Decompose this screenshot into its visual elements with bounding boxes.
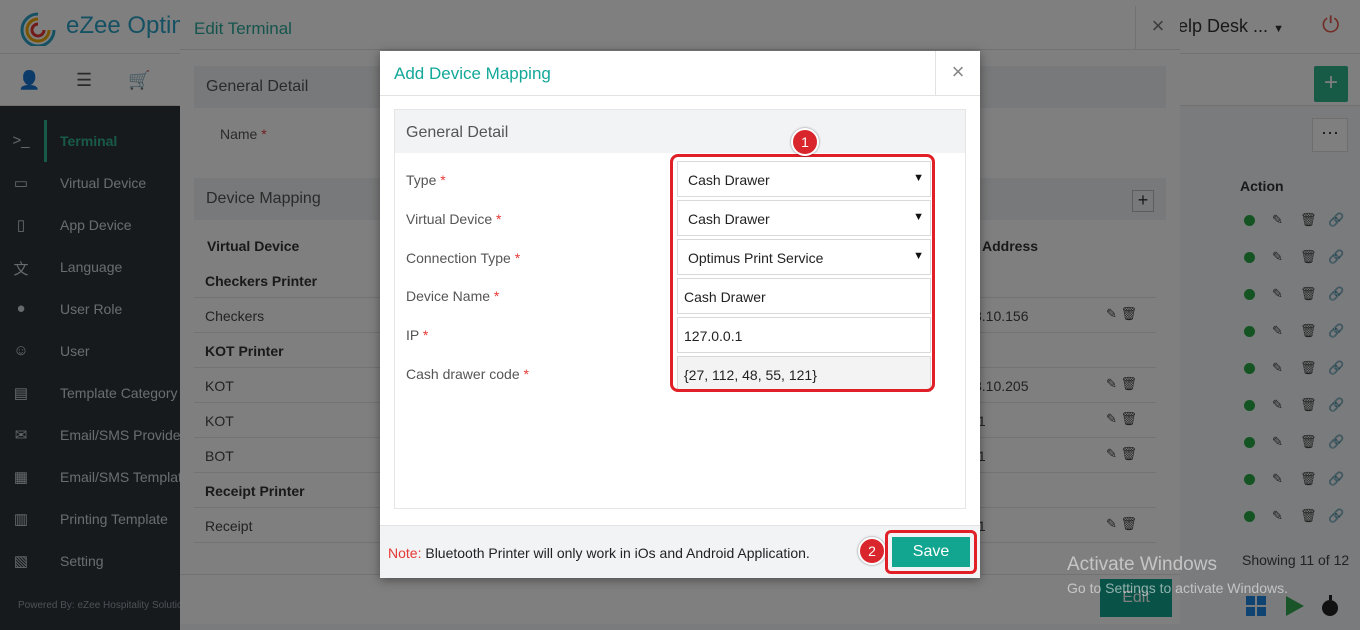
device-name-label-text: Device Name	[406, 288, 491, 304]
required-mark: *	[493, 288, 500, 304]
windows-watermark-title: Activate Windows	[1067, 554, 1217, 575]
connection-type-label-text: Connection Type	[406, 250, 511, 266]
virtual-device-label-text: Virtual Device	[406, 211, 493, 227]
note-message: Bluetooth Printer will only work in iOs …	[425, 545, 810, 561]
panel-title: General Detail	[406, 124, 509, 141]
panel-header: General Detail	[395, 110, 965, 153]
connection-type-label: Connection Type *	[406, 250, 520, 266]
highlight-box-fields	[670, 154, 935, 392]
device-name-label: Device Name *	[406, 288, 499, 304]
ip-label-text: IP	[406, 327, 419, 343]
highlight-box-save: Save	[885, 530, 977, 574]
close-icon[interactable]: ×	[935, 51, 980, 96]
modal-header: Add Device Mapping ×	[380, 51, 980, 96]
type-label-text: Type	[406, 172, 437, 188]
modal-title: Add Device Mapping	[394, 64, 551, 83]
step-badge-1: 1	[791, 128, 819, 156]
note-text: Note: Bluetooth Printer will only work i…	[388, 545, 810, 561]
note-label: Note:	[388, 545, 422, 561]
required-mark: *	[422, 327, 429, 343]
required-mark: *	[440, 172, 446, 188]
cash-drawer-code-label: Cash drawer code *	[406, 366, 529, 382]
ip-label: IP *	[406, 327, 428, 343]
type-label: Type *	[406, 172, 446, 188]
windows-watermark-text: Go to Settings to activate Windows.	[1067, 580, 1288, 596]
save-button[interactable]: Save	[892, 537, 970, 567]
modal-footer: Note: Bluetooth Printer will only work i…	[380, 525, 980, 578]
cash-drawer-code-label-text: Cash drawer code	[406, 366, 520, 382]
step-badge-2: 2	[858, 537, 886, 565]
required-mark: *	[514, 250, 521, 266]
virtual-device-label: Virtual Device *	[406, 211, 501, 227]
required-mark: *	[523, 366, 529, 382]
add-device-mapping-modal: Add Device Mapping × General Detail Type…	[380, 51, 980, 578]
required-mark: *	[496, 211, 502, 227]
